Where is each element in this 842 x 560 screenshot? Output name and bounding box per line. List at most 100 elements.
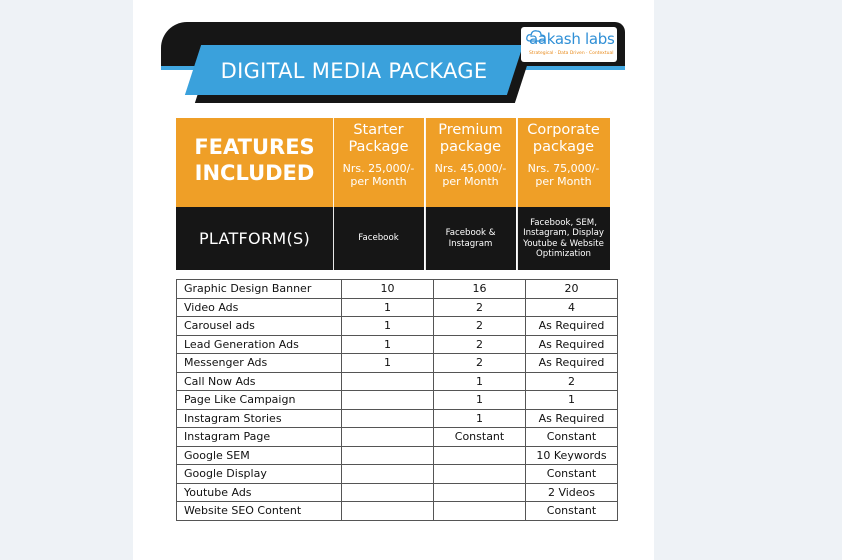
brand-logo: aakash labs Strategical · Data Driven · … bbox=[521, 27, 617, 62]
platform-line: Facebook & bbox=[445, 228, 496, 238]
column-divider bbox=[425, 118, 426, 270]
table-row: Graphic Design Banner 10 16 20 bbox=[176, 279, 618, 299]
feature-value: 2 bbox=[433, 297, 526, 317]
feature-value bbox=[433, 464, 526, 484]
table-row: Video Ads 1 2 4 bbox=[176, 297, 618, 317]
features-heading-line2: INCLUDED bbox=[194, 161, 315, 185]
features-heading: FEATURES INCLUDED bbox=[176, 118, 333, 207]
feature-value: As Required bbox=[525, 316, 618, 336]
package-premium: Premium package Nrs. 45,000/- per Month bbox=[425, 118, 516, 207]
package-price: Nrs. 25,000/- bbox=[342, 162, 415, 175]
platform-premium: Facebook & Instagram bbox=[425, 207, 516, 270]
column-divider bbox=[333, 118, 334, 270]
column-divider bbox=[517, 118, 518, 270]
feature-name: Graphic Design Banner bbox=[176, 279, 342, 299]
feature-name: Page Like Campaign bbox=[176, 390, 342, 410]
feature-value bbox=[341, 427, 434, 447]
feature-value: Constant bbox=[525, 464, 618, 484]
feature-value: 1 bbox=[341, 334, 434, 354]
feature-value: 10 bbox=[341, 279, 434, 299]
platform-line: Facebook bbox=[358, 233, 399, 244]
feature-name: Carousel ads bbox=[176, 316, 342, 336]
features-heading-line1: FEATURES bbox=[194, 135, 315, 159]
feature-name: Google SEM bbox=[176, 445, 342, 465]
platform-line: Facebook, SEM, bbox=[530, 217, 597, 228]
feature-name: Call Now Ads bbox=[176, 371, 342, 391]
table-row: Google SEM 10 Keywords bbox=[176, 445, 618, 465]
feature-value: 1 bbox=[341, 316, 434, 336]
features-table: Graphic Design Banner 10 16 20 Video Ads 1 2 4 C… bbox=[176, 279, 618, 521]
feature-value bbox=[341, 371, 434, 391]
feature-value: Constant bbox=[433, 427, 526, 447]
package-price: Nrs. 75,000/- bbox=[527, 162, 600, 175]
package-name: Package bbox=[348, 139, 409, 155]
table-row: Website SEO Content Constant bbox=[176, 501, 618, 521]
feature-name: Messenger Ads bbox=[176, 353, 342, 373]
table-row: Instagram Stories 1 As Required bbox=[176, 408, 618, 428]
feature-value bbox=[341, 390, 434, 410]
table-row: Page Like Campaign 1 1 bbox=[176, 390, 618, 410]
feature-value: 1 bbox=[433, 408, 526, 428]
feature-value: 16 bbox=[433, 279, 526, 299]
table-row: Carousel ads 1 2 As Required bbox=[176, 316, 618, 336]
feature-value: 20 bbox=[525, 279, 618, 299]
package-corporate: Corporate package Nrs. 75,000/- per Mont… bbox=[517, 118, 610, 207]
feature-value bbox=[341, 482, 434, 502]
package-price: Nrs. 45,000/- bbox=[434, 162, 507, 175]
feature-value bbox=[341, 408, 434, 428]
package-starter: Starter Package Nrs. 25,000/- per Month bbox=[333, 118, 424, 207]
platform-line: Instagram, Display bbox=[523, 228, 604, 238]
feature-value: 2 bbox=[433, 353, 526, 373]
logo-tagline: Strategical · Data Driven · Contextual bbox=[529, 51, 614, 56]
feature-name: Lead Generation Ads bbox=[176, 334, 342, 354]
package-name: Premium bbox=[438, 122, 503, 138]
package-name: Starter bbox=[353, 122, 404, 138]
feature-value: 2 bbox=[525, 371, 618, 391]
feature-name: Instagram Stories bbox=[176, 408, 342, 428]
table-row: Lead Generation Ads 1 2 As Required bbox=[176, 334, 618, 354]
feature-value: As Required bbox=[525, 408, 618, 428]
platform-line: Instagram bbox=[448, 238, 493, 249]
logo-wordmark: aakash labs bbox=[529, 30, 615, 48]
feature-value bbox=[341, 445, 434, 465]
platform-starter: Facebook bbox=[333, 207, 424, 270]
feature-value: As Required bbox=[525, 334, 618, 354]
table-row: Messenger Ads 1 2 As Required bbox=[176, 353, 618, 373]
feature-name: Video Ads bbox=[176, 297, 342, 317]
feature-name: Youtube Ads bbox=[176, 482, 342, 502]
table-row: Call Now Ads 1 2 bbox=[176, 371, 618, 391]
feature-value: 1 bbox=[433, 390, 526, 410]
table-row: Google Display Constant bbox=[176, 464, 618, 484]
feature-value bbox=[433, 501, 526, 521]
platform-line: Youtube & Website bbox=[523, 238, 604, 249]
feature-value bbox=[341, 501, 434, 521]
table-row: Youtube Ads 2 Videos bbox=[176, 482, 618, 502]
feature-name: Website SEO Content bbox=[176, 501, 342, 521]
feature-value: 1 bbox=[525, 390, 618, 410]
feature-value: 2 Videos bbox=[525, 482, 618, 502]
package-price-period: per Month bbox=[350, 175, 407, 188]
feature-value bbox=[433, 445, 526, 465]
feature-value: 10 Keywords bbox=[525, 445, 618, 465]
feature-value: Constant bbox=[525, 501, 618, 521]
package-name: Corporate bbox=[527, 122, 600, 138]
feature-value: Constant bbox=[525, 427, 618, 447]
feature-value: As Required bbox=[525, 353, 618, 373]
platform-heading: PLATFORM(S) bbox=[176, 207, 333, 270]
feature-name: Google Display bbox=[176, 464, 342, 484]
platform-corporate: Facebook, SEM, Instagram, Display Youtub… bbox=[517, 207, 610, 270]
package-header-table: FEATURES INCLUDED Starter Package Nrs. 2… bbox=[176, 118, 610, 270]
feature-value: 2 bbox=[433, 316, 526, 336]
feature-value bbox=[433, 482, 526, 502]
feature-value bbox=[341, 464, 434, 484]
feature-value: 1 bbox=[341, 297, 434, 317]
feature-value: 4 bbox=[525, 297, 618, 317]
package-name: package bbox=[439, 139, 502, 155]
feature-name: Instagram Page bbox=[176, 427, 342, 447]
page-title: DIGITAL MEDIA PACKAGE bbox=[220, 59, 488, 83]
table-row: Instagram Page Constant Constant bbox=[176, 427, 618, 447]
platform-line: Optimization bbox=[536, 249, 591, 259]
package-price-period: per Month bbox=[442, 175, 499, 188]
feature-value: 1 bbox=[433, 371, 526, 391]
package-name: package bbox=[532, 139, 595, 155]
